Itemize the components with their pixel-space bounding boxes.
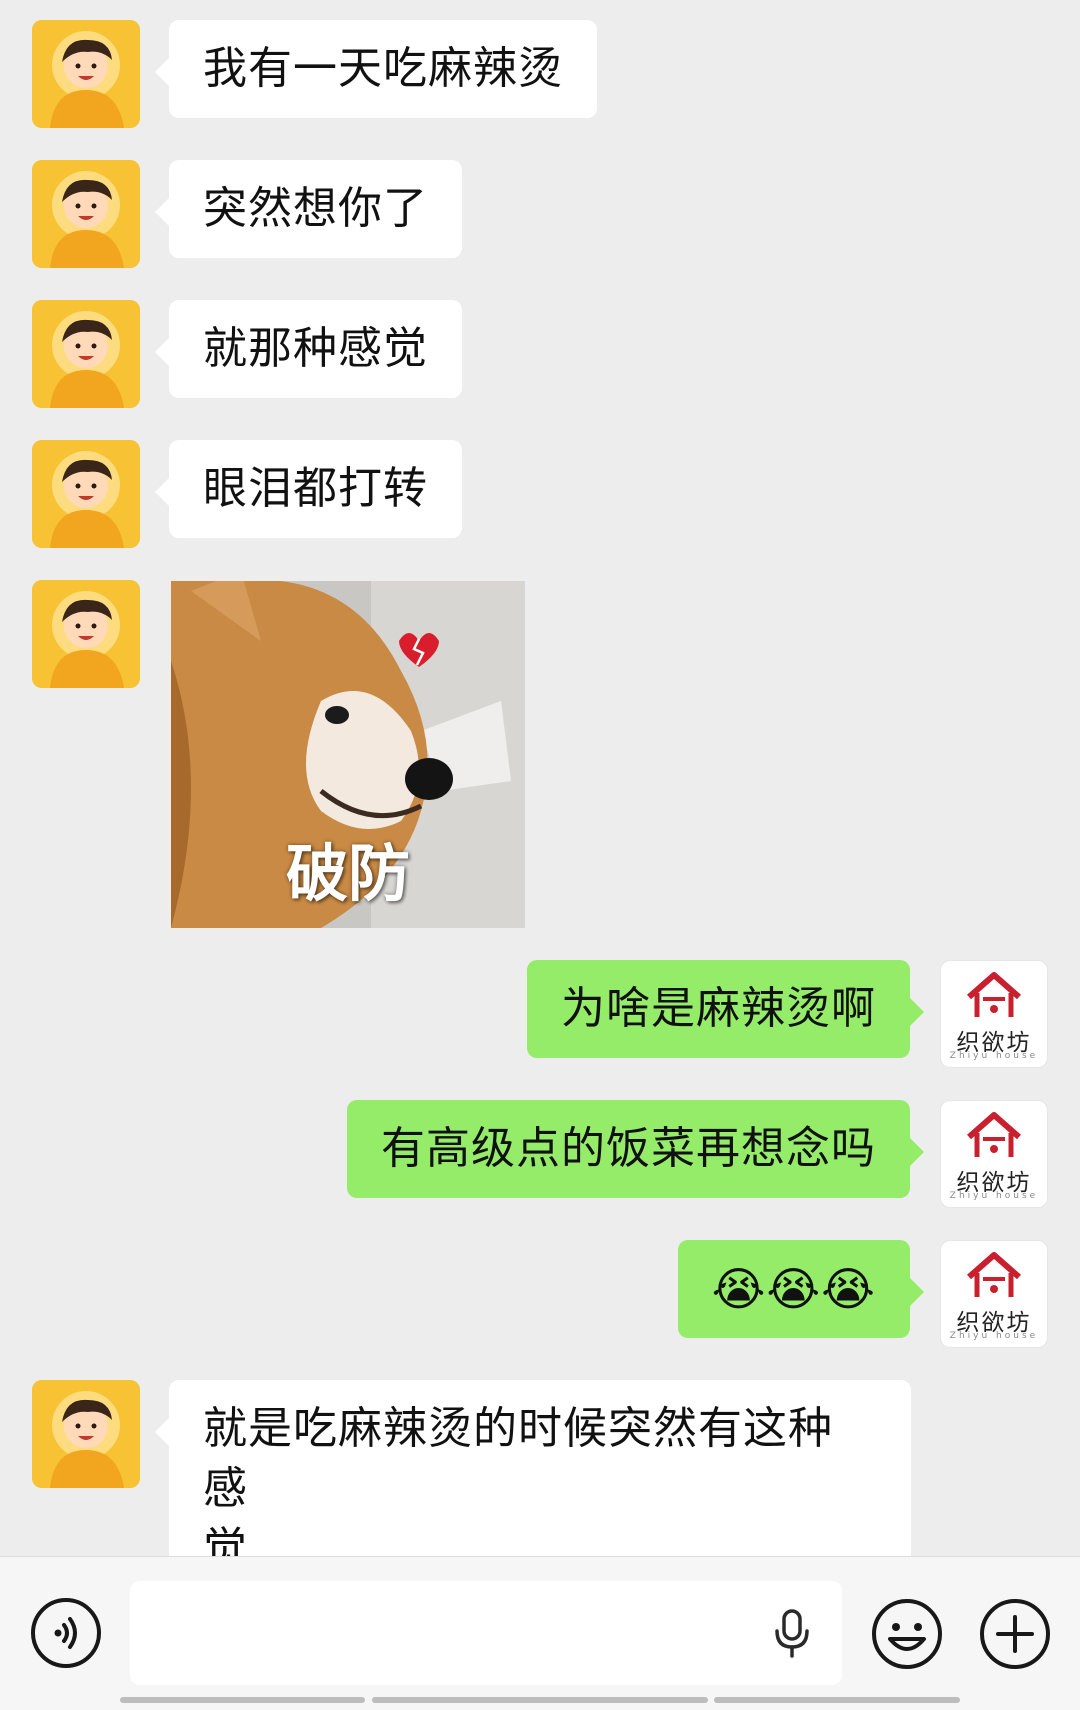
message-bubble-sent[interactable]: 有高级点的饭菜再想念吗	[347, 1100, 924, 1198]
message-text: 为啥是麻辣烫啊	[561, 983, 876, 1034]
voice-wave-icon[interactable]	[30, 1597, 102, 1673]
brand-logo-icon	[967, 972, 1021, 1017]
contact-avatar[interactable]	[32, 580, 140, 688]
brand-subtitle: Zhiyu house	[949, 1331, 1039, 1341]
brand-subtitle: Zhiyu house	[949, 1051, 1039, 1061]
contact-avatar[interactable]	[32, 440, 140, 548]
message-input[interactable]	[130, 1581, 842, 1685]
message-bubble-received[interactable]: 我有一天吃麻辣烫	[155, 20, 597, 118]
brand-subtitle: Zhiyu house	[949, 1191, 1039, 1201]
brand-logo-icon	[967, 1252, 1021, 1297]
message-text: 眼泪都打转	[203, 463, 428, 514]
message-bubble-received[interactable]: 突然想你了	[155, 160, 462, 258]
smiley-icon[interactable]	[870, 1597, 944, 1675]
home-indicator-segment	[372, 1697, 708, 1703]
home-indicator-segment	[120, 1697, 365, 1703]
home-indicator-segment	[714, 1697, 960, 1703]
message-text: 我有一天吃麻辣烫	[203, 43, 563, 94]
self-avatar[interactable]: 织欲坊 Zhiyu house	[940, 960, 1048, 1068]
self-avatar[interactable]: 织欲坊 Zhiyu house	[940, 1240, 1048, 1348]
message-bubble-received[interactable]: 眼泪都打转	[155, 440, 462, 538]
message-text: 就那种感觉	[203, 323, 428, 374]
brand-logo-icon	[967, 1112, 1021, 1157]
message-text-line: 就是吃麻辣烫的时候突然有这种感	[203, 1403, 833, 1514]
contact-avatar[interactable]	[32, 20, 140, 128]
contact-avatar[interactable]	[32, 1380, 140, 1488]
message-text: 有高级点的饭菜再想念吗	[381, 1123, 876, 1174]
message-bubble-sent[interactable]: 😭😭😭	[677, 1240, 925, 1338]
microphone-icon[interactable]	[772, 1609, 812, 1663]
sticker-image[interactable]: 破防	[171, 581, 525, 928]
plus-circle-icon[interactable]	[978, 1597, 1052, 1675]
contact-avatar[interactable]	[32, 300, 140, 408]
crying-emoji-message: 😭😭😭	[711, 1262, 876, 1316]
chat-input-bar	[0, 1556, 1080, 1710]
sticker-caption: 破防	[285, 837, 410, 910]
message-bubble-received[interactable]: 就那种感觉	[155, 300, 462, 398]
chat-message-list[interactable]: 我有一天吃麻辣烫 突然想你了 就那种感觉 眼泪都打转 破防 为啥是麻辣烫啊 织欲…	[0, 0, 1080, 1598]
message-bubble-sent[interactable]: 为啥是麻辣烫啊	[527, 960, 924, 1058]
message-text: 突然想你了	[203, 183, 428, 234]
self-avatar[interactable]: 织欲坊 Zhiyu house	[940, 1100, 1048, 1208]
contact-avatar[interactable]	[32, 160, 140, 268]
